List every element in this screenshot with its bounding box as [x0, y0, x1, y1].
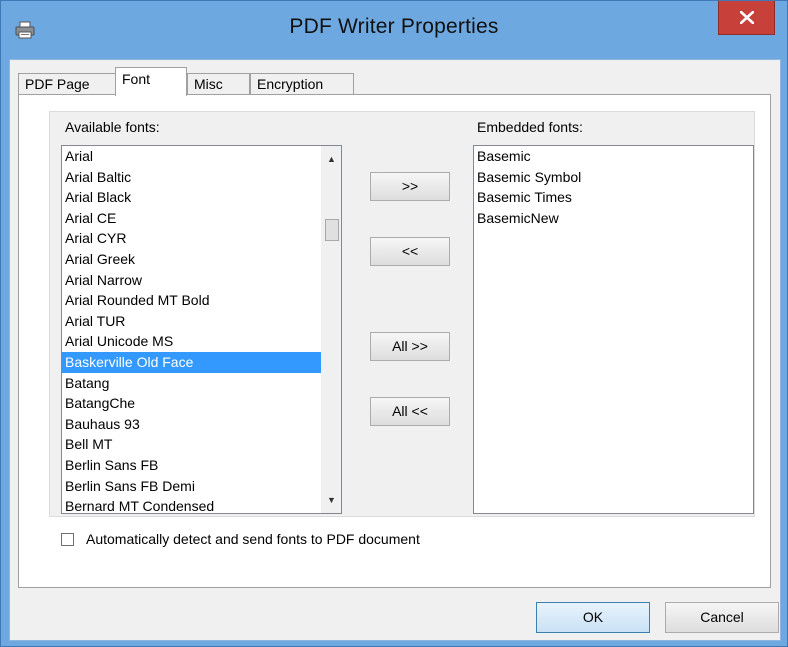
remove-font-button[interactable]: << — [370, 237, 450, 266]
available-font-item[interactable]: Arial Narrow — [62, 270, 341, 291]
tab-font[interactable]: Font — [115, 67, 187, 96]
available-font-item[interactable]: Arial TUR — [62, 311, 341, 332]
available-font-item[interactable]: Bell MT — [62, 434, 341, 455]
available-font-item[interactable]: Arial Greek — [62, 249, 341, 270]
available-font-item[interactable]: Berlin Sans FB — [62, 455, 341, 476]
available-font-item[interactable]: Arial CE — [62, 208, 341, 229]
available-font-item[interactable]: Batang — [62, 373, 341, 394]
available-fonts-items: Arial Arial Baltic Arial Black Arial CE Aria… — [62, 146, 341, 513]
available-font-item[interactable]: Arial CYR — [62, 228, 341, 249]
font-tab-panel: Available fonts: Embedded fonts: Arial Ar… — [18, 94, 771, 588]
auto-detect-checkbox[interactable] — [61, 533, 74, 546]
embedded-font-item[interactable]: Basemic Symbol — [474, 167, 753, 188]
available-font-item[interactable]: Bernard MT Condensed — [62, 496, 341, 513]
embedded-font-item[interactable]: Basemic — [474, 146, 753, 167]
scroll-down-arrow-icon[interactable]: ▼ — [322, 491, 341, 509]
available-font-item[interactable]: Arial — [62, 146, 341, 167]
available-fonts-scrollbar[interactable]: ▲ ▼ — [321, 146, 341, 513]
scroll-thumb[interactable] — [325, 219, 339, 241]
tab-pdf-page[interactable]: PDF Page — [18, 73, 116, 95]
add-all-fonts-button[interactable]: All >> — [370, 332, 450, 361]
close-icon — [740, 11, 754, 24]
add-font-button[interactable]: >> — [370, 172, 450, 201]
embedded-fonts-label: Embedded fonts: — [477, 119, 583, 135]
embedded-font-item[interactable]: BasemicNew — [474, 208, 753, 229]
window-title: PDF Writer Properties — [289, 15, 499, 38]
scroll-up-arrow-icon[interactable]: ▲ — [322, 150, 341, 168]
embedded-fonts-list[interactable]: Basemic Basemic Symbol Basemic Times Basemi… — [473, 145, 754, 514]
available-font-item[interactable]: Bauhaus 93 — [62, 414, 341, 435]
tab-encryption[interactable]: Encryption — [250, 73, 354, 95]
font-group: Available fonts: Embedded fonts: Arial Ar… — [49, 111, 755, 517]
available-font-item[interactable]: Arial Baltic — [62, 167, 341, 188]
embedded-font-item[interactable]: Basemic Times — [474, 187, 753, 208]
remove-all-fonts-button[interactable]: All << — [370, 397, 450, 426]
dialog-window: PDF Writer Properties PDF Page Font Misc… — [0, 0, 788, 647]
available-font-item[interactable]: Arial Unicode MS — [62, 331, 341, 352]
available-fonts-label: Available fonts: — [65, 119, 160, 135]
available-font-item[interactable]: Arial Rounded MT Bold — [62, 290, 341, 311]
dialog-client-area: PDF Page Font Misc Encryption Available … — [9, 59, 781, 641]
auto-detect-label[interactable]: Automatically detect and send fonts to P… — [86, 531, 420, 547]
close-button[interactable] — [718, 1, 775, 35]
available-font-item[interactable]: Baskerville Old Face — [62, 351, 341, 373]
embedded-fonts-items: Basemic Basemic Symbol Basemic Times Basemi… — [474, 146, 753, 228]
cancel-button[interactable]: Cancel — [665, 602, 779, 633]
tab-misc[interactable]: Misc — [187, 73, 250, 95]
available-font-item[interactable]: Berlin Sans FB Demi — [62, 476, 341, 497]
available-font-item[interactable]: BatangChe — [62, 393, 341, 414]
available-font-item[interactable]: Arial Black — [62, 187, 341, 208]
ok-button[interactable]: OK — [536, 602, 650, 633]
available-fonts-list[interactable]: Arial Arial Baltic Arial Black Arial CE Aria… — [61, 145, 342, 514]
title-bar[interactable]: PDF Writer Properties — [1, 1, 787, 59]
